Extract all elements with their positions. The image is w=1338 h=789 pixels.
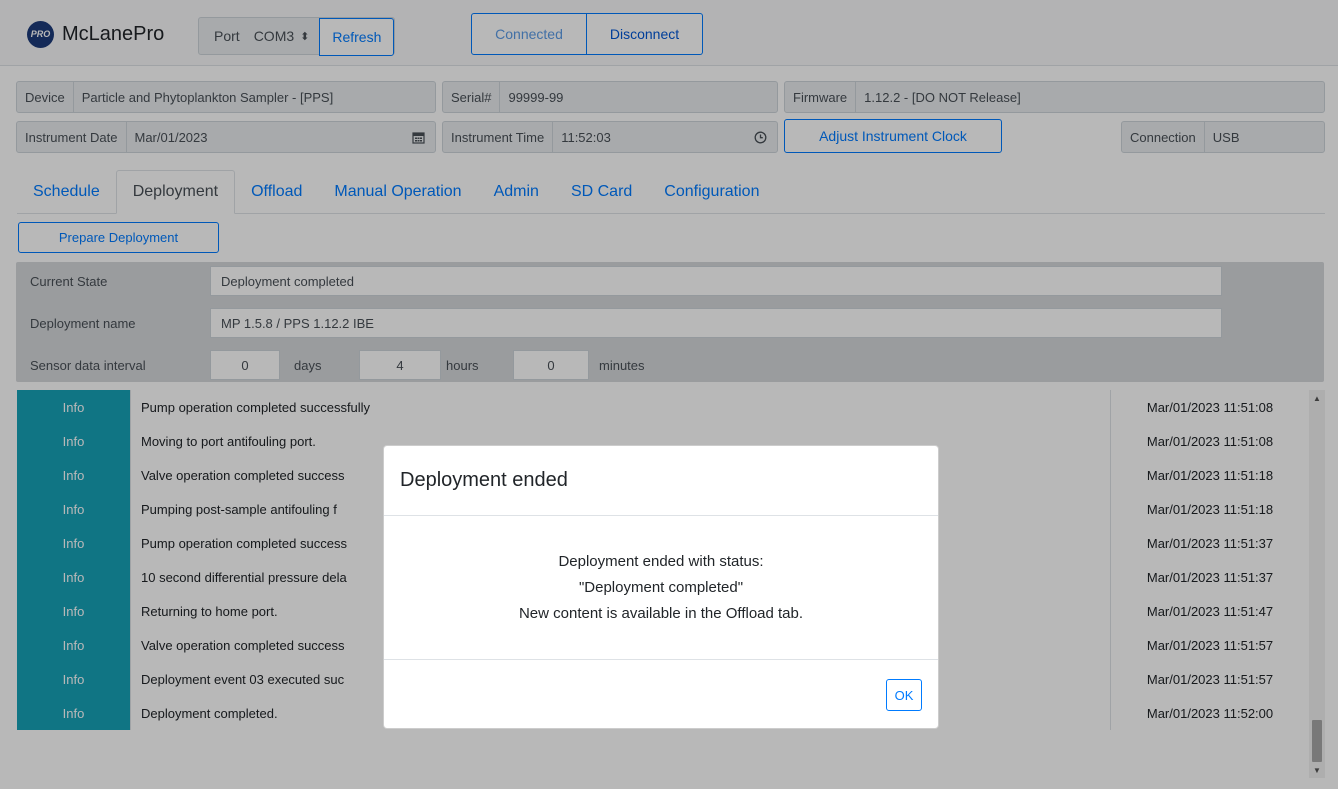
dialog-status-value: "Deployment completed" [578,578,744,596]
dialog-title: Deployment ended [400,469,568,491]
dialog-footer: OK [384,660,938,728]
dialog-status-line: Deployment ended with status: [558,552,764,570]
dialog-header: Deployment ended [384,446,938,516]
ok-button[interactable]: OK [886,679,922,711]
app-window: PRO McLanePro Port COM3 ⬍ Refresh Connec… [0,0,1338,789]
deployment-ended-dialog: Deployment ended Deployment ended with s… [383,445,939,729]
dialog-offload-note: New content is available in the Offload … [518,604,804,622]
dialog-body: Deployment ended with status: "Deploymen… [384,516,938,660]
